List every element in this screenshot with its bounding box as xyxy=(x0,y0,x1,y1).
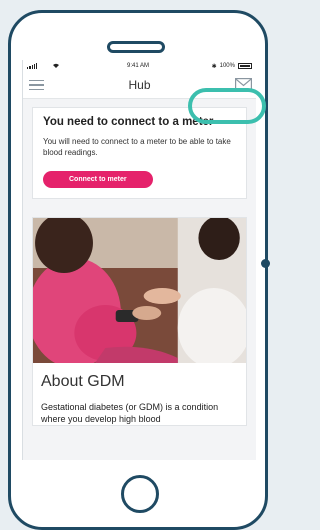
phone-side-dot xyxy=(261,259,270,268)
article-text: Gestational diabetes (or GDM) is a condi… xyxy=(41,402,219,424)
hub-content: You need to connect to a meter You will … xyxy=(23,99,256,460)
connect-to-meter-button[interactable]: Connect to meter xyxy=(43,171,153,188)
bluetooth-icon: ✱ xyxy=(211,63,217,70)
hamburger-menu-icon[interactable] xyxy=(29,80,44,90)
card-text: You will need to connect to a meter to b… xyxy=(43,137,231,157)
page-title: Hub xyxy=(128,78,151,92)
wifi-icon xyxy=(53,63,60,68)
mail-highlight-ring xyxy=(188,88,266,124)
article-title: About GDM xyxy=(41,373,125,390)
battery-percent: 100% xyxy=(219,63,235,69)
signal-icon xyxy=(27,63,38,69)
phone-speaker xyxy=(107,41,165,53)
phone-side-button xyxy=(265,300,268,340)
status-bar: 9:41 AM ✱ 100% xyxy=(23,60,256,72)
article-card[interactable]: About GDM Gestational diabetes (or GDM) … xyxy=(32,217,247,426)
status-time: 9:41 AM xyxy=(127,63,150,69)
phone-home-button[interactable] xyxy=(121,475,159,513)
battery-icon xyxy=(237,63,252,69)
article-image xyxy=(33,218,246,363)
phone-side-button xyxy=(265,235,268,275)
